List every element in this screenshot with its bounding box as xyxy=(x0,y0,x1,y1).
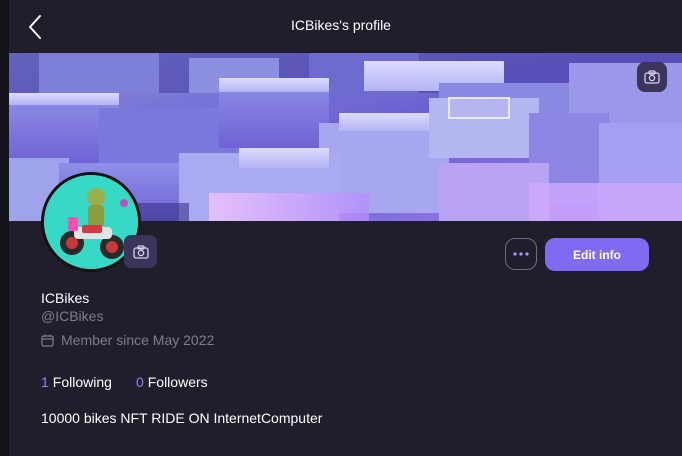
more-dots-icon xyxy=(513,252,529,256)
followers-count: 0 xyxy=(135,374,144,390)
handle: @ICBikes xyxy=(41,308,104,324)
profile-bio: 10000 bikes NFT RIDE ON InternetComputer xyxy=(41,410,323,426)
camera-icon xyxy=(132,244,149,259)
following-link[interactable]: 1 Following xyxy=(41,374,112,390)
following-count: 1 xyxy=(41,374,49,390)
page-title: ICBikes's profile xyxy=(291,17,391,33)
avatar-camera-button[interactable] xyxy=(124,235,157,268)
edit-info-button[interactable]: Edit info xyxy=(545,238,649,271)
banner-camera-button[interactable] xyxy=(637,62,667,92)
followers-link[interactable]: 0 Followers xyxy=(136,374,208,390)
following-label: Following xyxy=(52,374,112,390)
follow-stats: 1 Following 0 Followers xyxy=(41,374,208,390)
member-since-row: Member since May 2022 xyxy=(41,332,214,348)
more-options-button[interactable] xyxy=(505,238,537,270)
calendar-icon xyxy=(41,334,54,347)
followers-label: Followers xyxy=(147,374,208,390)
profile-header: ICBikes's profile xyxy=(0,0,682,54)
member-since: Member since May 2022 xyxy=(61,332,215,348)
display-name: ICBikes xyxy=(41,290,90,306)
camera-icon xyxy=(644,70,660,84)
